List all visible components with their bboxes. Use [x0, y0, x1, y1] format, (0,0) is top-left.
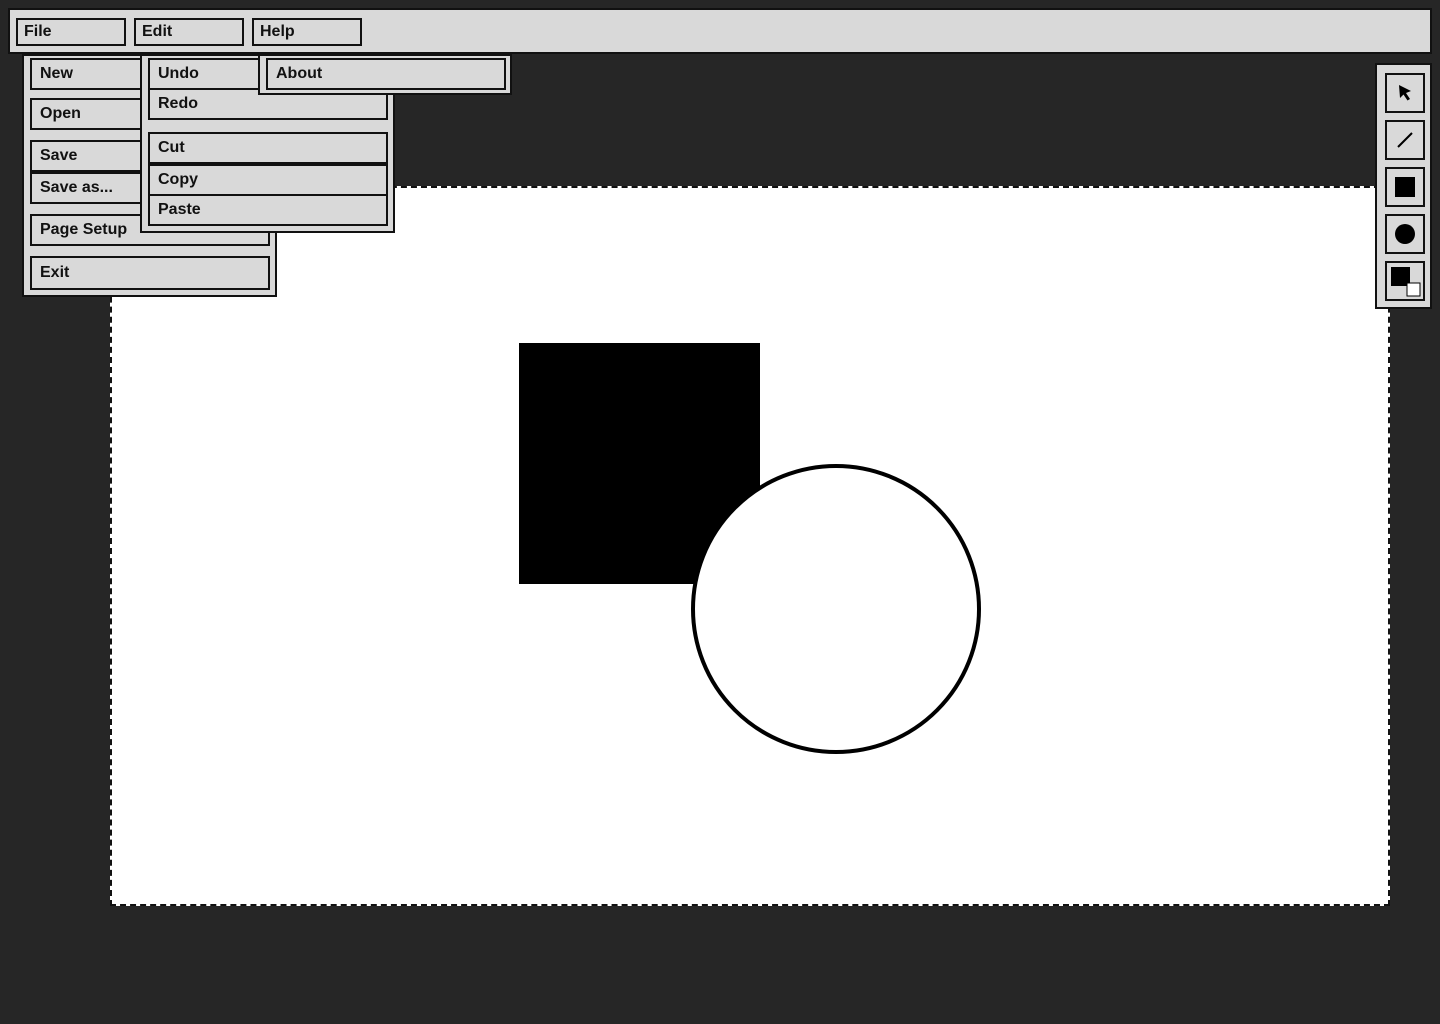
menu-file[interactable]: File — [16, 18, 126, 46]
ellipse-tool-button[interactable] — [1385, 214, 1425, 254]
select-arrow-icon — [1399, 85, 1411, 101]
canvas-shapes — [519, 343, 981, 754]
menu-bar: File Edit Help — [8, 8, 1432, 54]
white-circle-shape[interactable] — [691, 464, 981, 754]
color-swatch-button[interactable] — [1385, 261, 1425, 301]
rectangle-tool-icon — [1395, 177, 1415, 197]
menu-help[interactable]: Help — [252, 18, 362, 46]
drawing-canvas[interactable] — [110, 186, 1390, 906]
menu-item-copy[interactable]: Copy — [148, 164, 388, 196]
ellipse-tool-icon — [1395, 224, 1415, 244]
select-tool-button[interactable] — [1385, 73, 1425, 113]
menu-item-paste[interactable]: Paste — [148, 194, 388, 226]
menu-item-exit[interactable]: Exit — [30, 256, 270, 290]
line-tool-icon — [1397, 132, 1413, 148]
color-swatch-icon — [1391, 267, 1421, 297]
line-tool-button[interactable] — [1385, 120, 1425, 160]
tool-palette — [1375, 63, 1432, 309]
menu-item-cut[interactable]: Cut — [148, 132, 388, 164]
menu-item-about[interactable]: About — [266, 58, 506, 90]
rectangle-tool-button[interactable] — [1385, 167, 1425, 207]
help-menu-panel: About — [258, 54, 512, 95]
menu-edit[interactable]: Edit — [134, 18, 244, 46]
